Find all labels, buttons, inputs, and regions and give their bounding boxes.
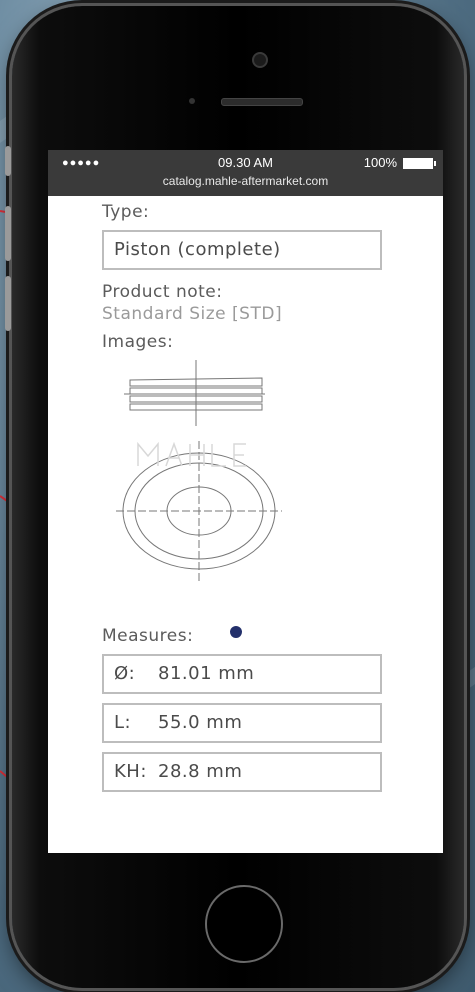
- volume-up-button: [5, 206, 11, 261]
- measure-key: Ø:: [114, 663, 136, 684]
- page-url[interactable]: catalog.mahle-aftermarket.com: [48, 174, 443, 188]
- type-field: Piston (complete): [102, 230, 382, 270]
- measure-compression-height-field: KH: 28.8 mm: [102, 752, 382, 792]
- piston-top-drawing[interactable]: [114, 436, 284, 586]
- mahle-watermark: [137, 441, 246, 467]
- product-note-label: Product note:: [102, 282, 223, 302]
- battery-icon: [403, 158, 436, 169]
- battery-percentage: 100%: [363, 155, 397, 170]
- measure-diameter-field: Ø: 81.01 mm: [102, 654, 382, 694]
- mute-switch: [5, 146, 11, 176]
- product-details: Type: Piston (complete) Product note: St…: [48, 202, 443, 792]
- measure-key: L:: [114, 712, 132, 733]
- measure-key: KH:: [114, 761, 147, 782]
- phone-frame: ●●●●● 09.30 AM 100% catalog.mahle-afterm…: [5, 6, 464, 988]
- phone-screen: ●●●●● 09.30 AM 100% catalog.mahle-afterm…: [48, 150, 443, 853]
- measure-value: 55.0 mm: [158, 712, 243, 733]
- status-bar: ●●●●● 09.30 AM 100% catalog.mahle-afterm…: [48, 150, 443, 196]
- measure-length-field: L: 55.0 mm: [102, 703, 382, 743]
- measures-label: Measures:: [102, 626, 194, 646]
- product-note-value: Standard Size [STD]: [102, 304, 283, 324]
- carousel-indicator-dot[interactable]: [230, 626, 242, 638]
- piston-side-drawing[interactable]: [116, 358, 276, 428]
- measure-value: 81.01 mm: [158, 663, 255, 684]
- home-button[interactable]: [205, 885, 283, 963]
- type-label: Type:: [102, 202, 150, 222]
- volume-down-button: [5, 276, 11, 331]
- earpiece-speaker: [221, 98, 303, 106]
- front-camera: [252, 52, 268, 68]
- measure-value: 28.8 mm: [158, 761, 243, 782]
- images-label: Images:: [102, 332, 174, 352]
- proximity-sensor: [189, 98, 195, 104]
